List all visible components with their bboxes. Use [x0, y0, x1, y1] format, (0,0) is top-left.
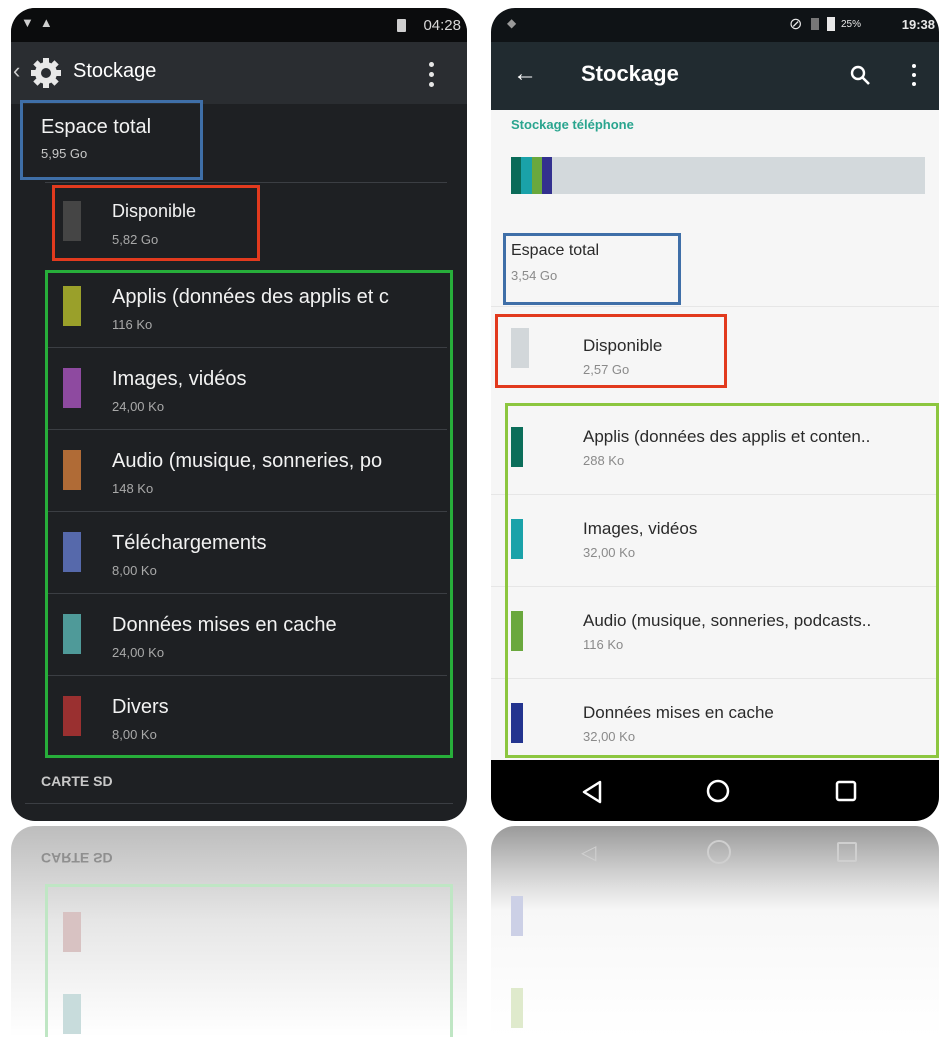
overflow-menu-icon[interactable]: [427, 60, 437, 90]
action-bar: ← Stockage: [491, 42, 939, 110]
do-not-disturb-icon: ⊘: [789, 16, 803, 33]
usage-segment: [531, 157, 542, 194]
page-title: Stockage: [581, 61, 679, 86]
highlight-box-total: [503, 233, 681, 305]
navigation-bar: [491, 760, 939, 821]
usage-segment: [541, 157, 552, 194]
reflection-nav-recents-icon: [837, 842, 857, 862]
reflection-text: CARTE SD: [41, 850, 113, 866]
highlight-box-categories: [45, 270, 453, 758]
status-bar: ▼▲ 04:28: [11, 8, 467, 42]
reflection-swatch: [511, 896, 523, 936]
highlight-box-available: [495, 314, 727, 388]
status-time: 19:38: [901, 17, 935, 32]
highlight-box-available: [52, 185, 260, 261]
reflection-nav-home-icon: [707, 840, 731, 864]
right-phone-reflection: ◁: [491, 826, 939, 1037]
battery-icon: [397, 19, 406, 32]
search-icon[interactable]: [849, 64, 871, 86]
reflection-swatch: [63, 912, 81, 952]
back-chevron-icon[interactable]: ‹: [13, 58, 20, 84]
left-phone-screen: ▼▲ 04:28 ‹ Stockage Espace total 5,95 Go: [11, 8, 467, 821]
usage-segment: [511, 157, 522, 194]
status-time: 04:28: [423, 17, 461, 34]
nav-back-icon[interactable]: [581, 780, 603, 804]
wifi-icon: ◆: [507, 16, 517, 30]
highlight-box-total: [20, 100, 203, 180]
reflection-box: [45, 884, 453, 1037]
usage-segment: [521, 157, 532, 194]
nav-recents-icon[interactable]: [835, 780, 857, 802]
section-header-sd-card: CARTE SD: [41, 773, 113, 789]
divider: [25, 803, 453, 804]
highlight-box-categories: [505, 403, 939, 758]
page-title: Stockage: [73, 60, 157, 82]
nav-home-icon[interactable]: [705, 778, 731, 804]
signal-icon: ▼▲: [21, 15, 59, 30]
right-phone-screen: ◆ ⊘ 25% 19:38 ← Stockage Stockage téléph…: [491, 8, 939, 821]
battery-percent: 25%: [841, 19, 862, 30]
action-bar: ‹ Stockage: [11, 42, 467, 104]
section-header-phone-storage: Stockage téléphone: [511, 117, 634, 132]
storage-usage-bar: [511, 157, 925, 194]
battery-icon: [827, 17, 835, 31]
reflection-swatch: [511, 988, 523, 1028]
gear-icon[interactable]: [29, 56, 63, 90]
status-bar: ◆ ⊘ 25% 19:38: [491, 8, 939, 42]
divider: [491, 306, 939, 307]
left-phone-reflection: CARTE SD: [11, 826, 467, 1037]
sim-icon: [811, 18, 819, 30]
overflow-menu-icon[interactable]: [911, 64, 919, 90]
reflection-nav-back-icon: ◁: [581, 842, 597, 864]
reflection-swatch: [63, 994, 81, 1034]
back-arrow-icon[interactable]: ←: [513, 60, 537, 88]
